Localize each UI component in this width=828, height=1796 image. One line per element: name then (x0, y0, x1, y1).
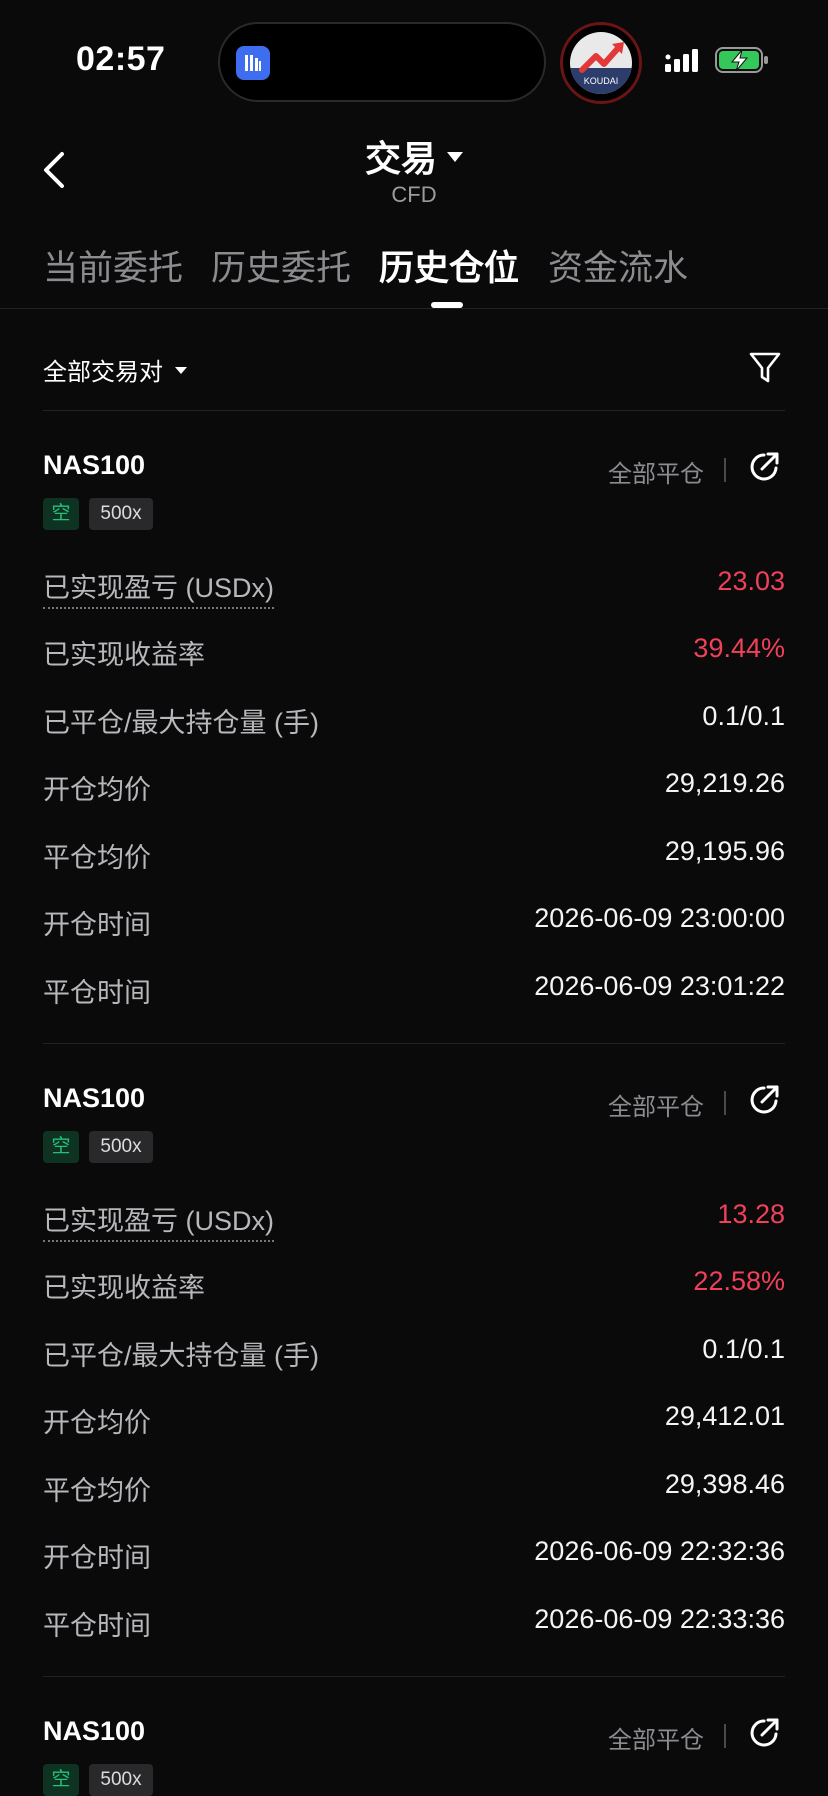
open-avg-price-value: 29,412.01 (664, 1401, 785, 1431)
close-all-button[interactable]: 全部平仓 (608, 454, 704, 489)
leverage-badge: 500x (89, 1764, 153, 1796)
close-all-button[interactable]: 全部平仓 (608, 1720, 704, 1755)
side-badge: 空 (43, 1764, 79, 1796)
realized-return-label: 已实现收益率 (43, 1273, 205, 1303)
vertical-separator (724, 1091, 726, 1115)
closed-max-volume-label: 已平仓/最大持仓量 (手) (43, 708, 319, 738)
filter-button[interactable] (748, 350, 782, 391)
realized-pnl-label[interactable]: 已实现盈亏 (USDx) (43, 566, 274, 609)
realized-pnl-value: 23.03 (717, 566, 785, 596)
closed-max-volume-label: 已平仓/最大持仓量 (手) (43, 1341, 319, 1371)
caret-down-icon (447, 152, 463, 163)
share-button[interactable] (747, 1083, 781, 1122)
closed-max-volume-value: 0.1/0.1 (702, 701, 785, 731)
open-avg-price-label: 开仓均价 (43, 775, 151, 805)
close-all-button[interactable]: 全部平仓 (608, 1087, 704, 1122)
position-symbol: NAS100 (43, 1716, 146, 1746)
pair-filter-label: 全部交易对 (43, 359, 163, 386)
battery-charging-icon (715, 46, 771, 79)
close-avg-price-value: 29,398.46 (664, 1469, 785, 1499)
page-title[interactable]: 交易 (0, 130, 828, 182)
close-avg-price-value: 29,195.96 (664, 836, 785, 866)
cellular-signal-icon (665, 48, 703, 77)
close-time-label: 平仓时间 (43, 1611, 151, 1641)
close-avg-price-label: 平仓均价 (43, 1476, 151, 1506)
share-button[interactable] (747, 450, 781, 489)
side-badge: 空 (43, 1131, 79, 1163)
open-avg-price-value: 29,219.26 (664, 768, 785, 798)
divider (43, 1676, 785, 1677)
tab-divider (0, 308, 828, 309)
leverage-badge: 500x (89, 498, 153, 530)
share-icon (750, 452, 779, 481)
realized-pnl-label[interactable]: 已实现盈亏 (USDx) (43, 1199, 274, 1242)
share-icon (750, 1085, 779, 1114)
position-symbol: NAS100 (43, 450, 146, 480)
page-title-text: 交易 (364, 138, 437, 179)
close-time-value: 2026-06-09 22:33:36 (534, 1604, 785, 1634)
open-avg-price-label: 开仓均价 (43, 1408, 151, 1438)
koudai-logo: KOUDAI (570, 32, 632, 94)
dashboard-app-icon[interactable] (236, 46, 270, 80)
open-time-value: 2026-06-09 22:32:36 (534, 1536, 785, 1566)
dynamic-island[interactable] (218, 22, 546, 102)
caret-down-icon (175, 367, 187, 375)
position-symbol: NAS100 (43, 1083, 146, 1113)
realized-pnl-value: 13.28 (717, 1199, 785, 1229)
open-time-value: 2026-06-09 23:00:00 (534, 903, 785, 933)
screen-recording-indicator[interactable]: KOUDAI (560, 22, 642, 104)
realized-return-label: 已实现收益率 (43, 640, 205, 670)
side-badge: 空 (43, 498, 79, 530)
close-time-value: 2026-06-09 23:01:22 (534, 971, 785, 1001)
realized-return-value: 22.58% (693, 1266, 785, 1296)
vertical-separator (724, 458, 726, 482)
close-time-label: 平仓时间 (43, 978, 151, 1008)
vertical-separator (724, 1724, 726, 1748)
status-time: 02:57 (76, 40, 166, 78)
divider (43, 410, 785, 411)
tab-current-orders[interactable]: 当前委托 (43, 240, 183, 291)
tab-position-history[interactable]: 历史仓位 (379, 240, 519, 291)
closed-max-volume-value: 0.1/0.1 (702, 1334, 785, 1364)
realized-return-value: 39.44% (693, 633, 785, 663)
divider (43, 1043, 785, 1044)
open-time-label: 开仓时间 (43, 1543, 151, 1573)
tab-order-history[interactable]: 历史委托 (211, 240, 351, 291)
close-avg-price-label: 平仓均价 (43, 843, 151, 873)
funnel-icon (749, 352, 781, 383)
tab-fund-flow[interactable]: 资金流水 (548, 240, 688, 291)
page-subtitle: CFD (391, 182, 437, 207)
svg-text:KOUDAI: KOUDAI (584, 76, 619, 86)
pair-filter-dropdown[interactable]: 全部交易对 (43, 352, 187, 387)
open-time-label: 开仓时间 (43, 910, 151, 940)
share-icon (750, 1718, 779, 1747)
leverage-badge: 500x (89, 1131, 153, 1163)
share-button[interactable] (747, 1716, 781, 1755)
